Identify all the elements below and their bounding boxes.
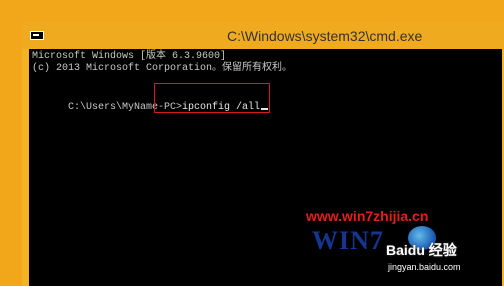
watermark-url: www.win7zhijia.cn bbox=[306, 208, 429, 224]
console-icon bbox=[30, 31, 44, 40]
window-title: C:\Windows\system32\cmd.exe bbox=[227, 28, 423, 44]
baidu-jingyan-logo: Baidu 经验 bbox=[386, 242, 457, 258]
watermark-logo: WIN7 bbox=[312, 226, 384, 255]
console-line: (c) 2013 Microsoft Corporation。保留所有权利。 bbox=[32, 63, 293, 74]
console-line: Microsoft Windows [版本 6.3.9600] bbox=[32, 51, 227, 62]
highlight-box bbox=[154, 83, 270, 113]
title-bar[interactable]: C:\Windows\system32\cmd.exe bbox=[22, 22, 504, 49]
jingyan-url: jingyan.baidu.com bbox=[388, 262, 461, 272]
